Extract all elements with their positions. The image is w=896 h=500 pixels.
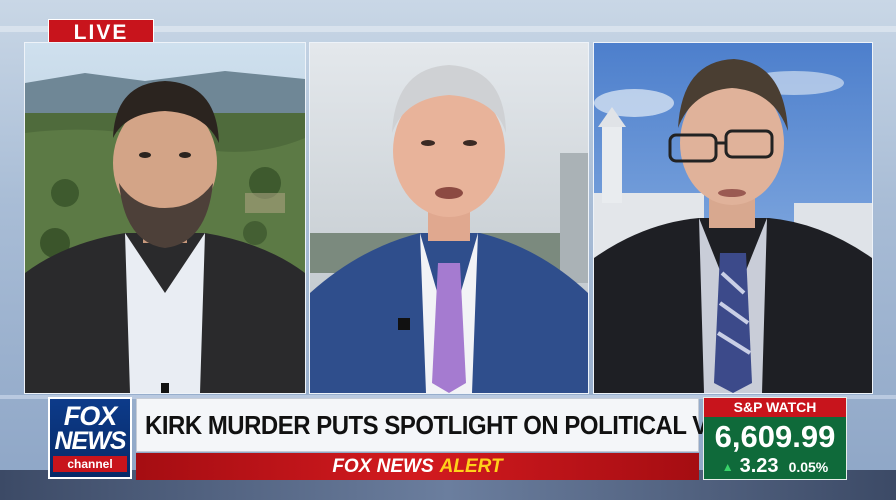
headline-banner: KIRK MURDER PUTS SPOTLIGHT ON POLITICAL … <box>136 398 811 452</box>
alert-word-text: ALERT <box>439 455 503 477</box>
alert-brand-text: FOX NEWS <box>332 455 434 477</box>
sp-watch-ticker: S&P WATCH 6,609.99 ▲ 3.23 0.05% <box>703 397 847 480</box>
sp-change-points: 3.23 <box>739 455 779 477</box>
logo-news-text: NEWS <box>54 427 127 455</box>
logo-channel-text: channel <box>53 456 127 472</box>
video-panel-right-guest <box>593 42 873 394</box>
video-panel-host <box>309 42 589 394</box>
sp-change-percent: 0.05% <box>788 458 829 475</box>
sp-watch-title: S&P WATCH <box>704 398 846 417</box>
fox-news-alert-bar: FOX NEWS ALERT <box>136 453 699 480</box>
video-panel-left-guest <box>24 42 306 394</box>
fox-news-channel-logo: FOX NEWS channel <box>48 397 132 479</box>
triangle-up-icon: ▲ <box>721 459 734 474</box>
logo-fox-text: FOX <box>63 401 118 431</box>
sp-index-value: 6,609.99 <box>714 419 836 454</box>
sp-change-row: ▲ 3.23 0.05% <box>704 455 846 478</box>
